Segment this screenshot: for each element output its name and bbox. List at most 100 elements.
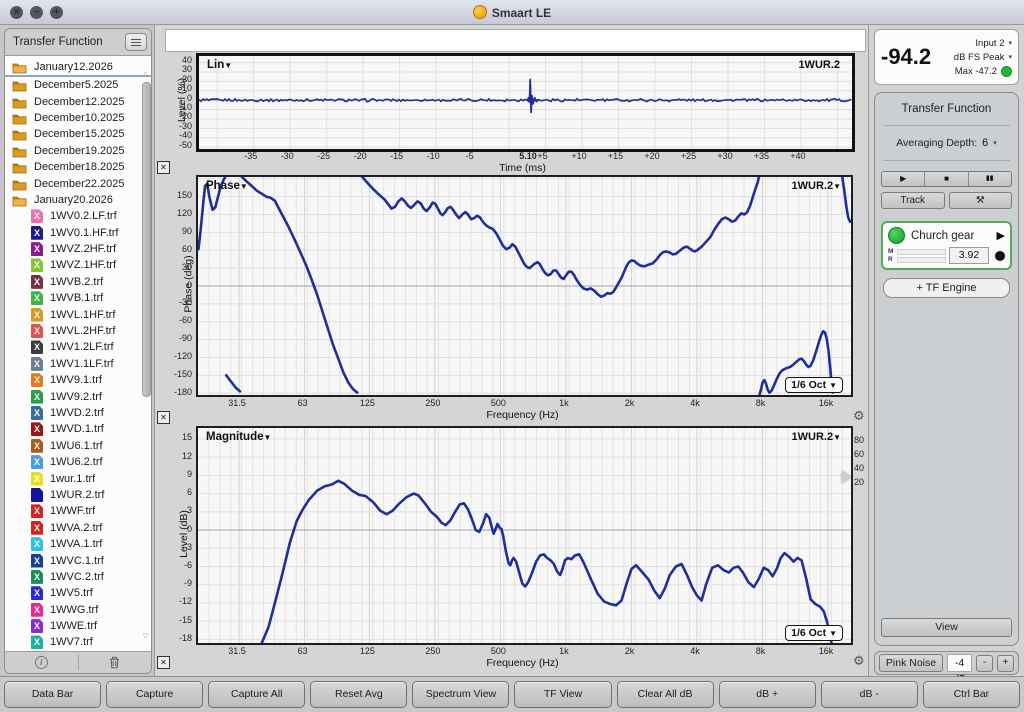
trace-file-item[interactable]: X1WWF.trf: [5, 503, 151, 519]
trace-file-item[interactable]: 1WUR.2.trf: [5, 487, 151, 503]
x-tick-label: 500: [491, 646, 506, 656]
db-minus-button[interactable]: dB -: [821, 681, 918, 708]
smaart-app-icon: [473, 5, 487, 19]
trace-file-item[interactable]: X1WVB.2.trf: [5, 274, 151, 290]
delay-value-field[interactable]: 3.92: [949, 247, 989, 264]
control-panel: -94.2 Input 2▾ dB FS Peak▾ Max -47.2 Tra…: [868, 25, 1024, 677]
trace-file-item[interactable]: X1WVL.2HF.trf: [5, 323, 151, 339]
folder-item[interactable]: January20.2026: [5, 192, 151, 208]
file-info-button[interactable]: i: [5, 652, 78, 673]
folder-item[interactable]: December19.2025: [5, 143, 151, 159]
input-select[interactable]: Input 2▾: [975, 38, 1012, 49]
magnitude-type-selector[interactable]: Magnitude▼: [206, 431, 271, 443]
tools-button[interactable]: ⚒: [949, 192, 1013, 209]
magnitude-smoothing-selector[interactable]: 1/6 Oct ▼: [785, 625, 843, 641]
trace-file-item[interactable]: X1WV9.2.trf: [5, 388, 151, 404]
trace-file-item[interactable]: X1WVZ.2HF.trf: [5, 241, 151, 257]
phase-type-selector[interactable]: Phase▼: [206, 180, 248, 192]
engine-play-icon[interactable]: ▶: [997, 229, 1005, 242]
trace-file-icon: X: [31, 242, 43, 256]
trace-file-item[interactable]: X1WWG.trf: [5, 602, 151, 618]
phase-trace-selector[interactable]: 1WUR.2▼: [792, 180, 841, 192]
trace-file-item[interactable]: X1WU6.1.trf: [5, 438, 151, 454]
folder-item[interactable]: December15.2025: [5, 126, 151, 142]
folder-icon: [12, 129, 27, 141]
sidebar-menu-button[interactable]: [125, 33, 147, 51]
folder-item[interactable]: December10.2025: [5, 110, 151, 126]
x-tick-label: 8k: [756, 646, 766, 656]
scroll-down-icon[interactable]: ▽: [141, 632, 150, 640]
trace-file-item[interactable]: X1WVB.1.trf: [5, 290, 151, 306]
delete-file-button[interactable]: [79, 652, 152, 673]
meter-unit-select[interactable]: dB FS Peak▾: [954, 52, 1012, 63]
engine-knob[interactable]: [995, 251, 1005, 261]
folder-icon: [12, 146, 27, 158]
reset-avg-button[interactable]: Reset Avg: [310, 681, 407, 708]
magnitude-trace-selector[interactable]: 1WUR.2▼: [792, 431, 841, 443]
tf-engine-card[interactable]: Church gear ▶ M R 3.92: [881, 221, 1012, 270]
clear-all-db-button[interactable]: Clear All dB: [617, 681, 714, 708]
trace-file-item[interactable]: X1WV1.1LF.trf: [5, 356, 151, 372]
trace-file-item[interactable]: X1WV7.trf: [5, 634, 151, 650]
lin-trace-selector[interactable]: 1WUR.2: [798, 59, 840, 71]
trace-file-item[interactable]: X1WV9.1.trf: [5, 372, 151, 388]
tf-view-button[interactable]: TF View: [514, 681, 611, 708]
pause-button[interactable]: ▮▮: [969, 172, 1011, 186]
trace-file-item[interactable]: X1WVZ.1HF.trf: [5, 257, 151, 273]
y-tick-label: 15: [166, 432, 192, 442]
lin-type-selector[interactable]: Lin▼: [207, 59, 232, 71]
track-button[interactable]: Track: [881, 192, 945, 209]
averaging-depth-control[interactable]: Averaging Depth: 6 ▾: [881, 137, 1012, 149]
folder-item[interactable]: December5.2025: [5, 77, 151, 93]
magnitude-close-button[interactable]: ✕: [157, 656, 170, 669]
trace-file-item[interactable]: X1WVD.2.trf: [5, 405, 151, 421]
folder-name: December15.2025: [34, 128, 125, 140]
y-tick-label: 60: [166, 244, 192, 254]
sidebar-title: Transfer Function: [13, 36, 103, 48]
data-bar-button[interactable]: Data Bar: [4, 681, 101, 708]
phase-settings-gear-icon[interactable]: ⚙: [853, 408, 865, 424]
trace-file-item[interactable]: X1WV0.1.HF.trf: [5, 225, 151, 241]
spectrum-view-button[interactable]: Spectrum View: [412, 681, 509, 708]
trace-file-item[interactable]: X1WVD.1.trf: [5, 421, 151, 437]
trace-file-item[interactable]: X1WVL.1HF.trf: [5, 306, 151, 322]
lin-plot[interactable]: [196, 53, 855, 152]
play-button[interactable]: ▶: [882, 172, 925, 186]
magnitude-plot[interactable]: [196, 426, 853, 645]
capture-button[interactable]: Capture: [106, 681, 203, 708]
pink-noise-button[interactable]: Pink Noise: [879, 654, 943, 672]
folder-item[interactable]: January12.2026: [5, 58, 151, 77]
phase-smoothing-selector[interactable]: 1/6 Oct ▼: [785, 377, 843, 393]
view-button[interactable]: View: [881, 618, 1012, 637]
coherence-pointer-icon[interactable]: [842, 471, 851, 483]
trace-file-item[interactable]: X1WWE.trf: [5, 618, 151, 634]
trace-file-item[interactable]: X1WV1.2LF.trf: [5, 339, 151, 355]
scrollbar-thumb[interactable]: [142, 82, 151, 397]
add-tf-engine-button[interactable]: + TF Engine: [883, 278, 1010, 298]
ctrl-bar-button[interactable]: Ctrl Bar: [923, 681, 1020, 708]
phase-close-button[interactable]: ✕: [157, 411, 170, 424]
stop-button[interactable]: ■: [925, 172, 968, 186]
magnitude-settings-gear-icon[interactable]: ⚙: [853, 653, 865, 669]
averaging-depth-value[interactable]: 6: [982, 137, 988, 149]
trace-file-item[interactable]: X1WVC.1.trf: [5, 552, 151, 568]
trace-file-item[interactable]: X1WU6.2.trf: [5, 454, 151, 470]
phase-plot[interactable]: [196, 175, 853, 397]
level-plus-button[interactable]: +: [997, 655, 1014, 672]
trace-file-icon: X: [31, 406, 43, 420]
trace-file-item[interactable]: X1WV5.trf: [5, 585, 151, 601]
capture-all-button[interactable]: Capture All: [208, 681, 305, 708]
trace-file-item[interactable]: X1WVC.2.trf: [5, 569, 151, 585]
trace-file-item[interactable]: X1wur.1.trf: [5, 470, 151, 486]
trace-file-item[interactable]: X1WV0.2.LF.trf: [5, 208, 151, 224]
folder-item[interactable]: December12.2025: [5, 93, 151, 109]
db-plus-button[interactable]: dB +: [719, 681, 816, 708]
trace-file-item[interactable]: X1WVA.1.trf: [5, 536, 151, 552]
scroll-up-icon[interactable]: △: [141, 70, 150, 78]
file-list-scrollbar[interactable]: △ ▽: [141, 70, 150, 639]
folder-item[interactable]: December18.2025: [5, 159, 151, 175]
lin-close-button[interactable]: ✕: [157, 161, 170, 174]
trace-file-item[interactable]: X1WVA.2.trf: [5, 520, 151, 536]
level-minus-button[interactable]: -: [976, 655, 993, 672]
folder-item[interactable]: December22.2025: [5, 175, 151, 191]
